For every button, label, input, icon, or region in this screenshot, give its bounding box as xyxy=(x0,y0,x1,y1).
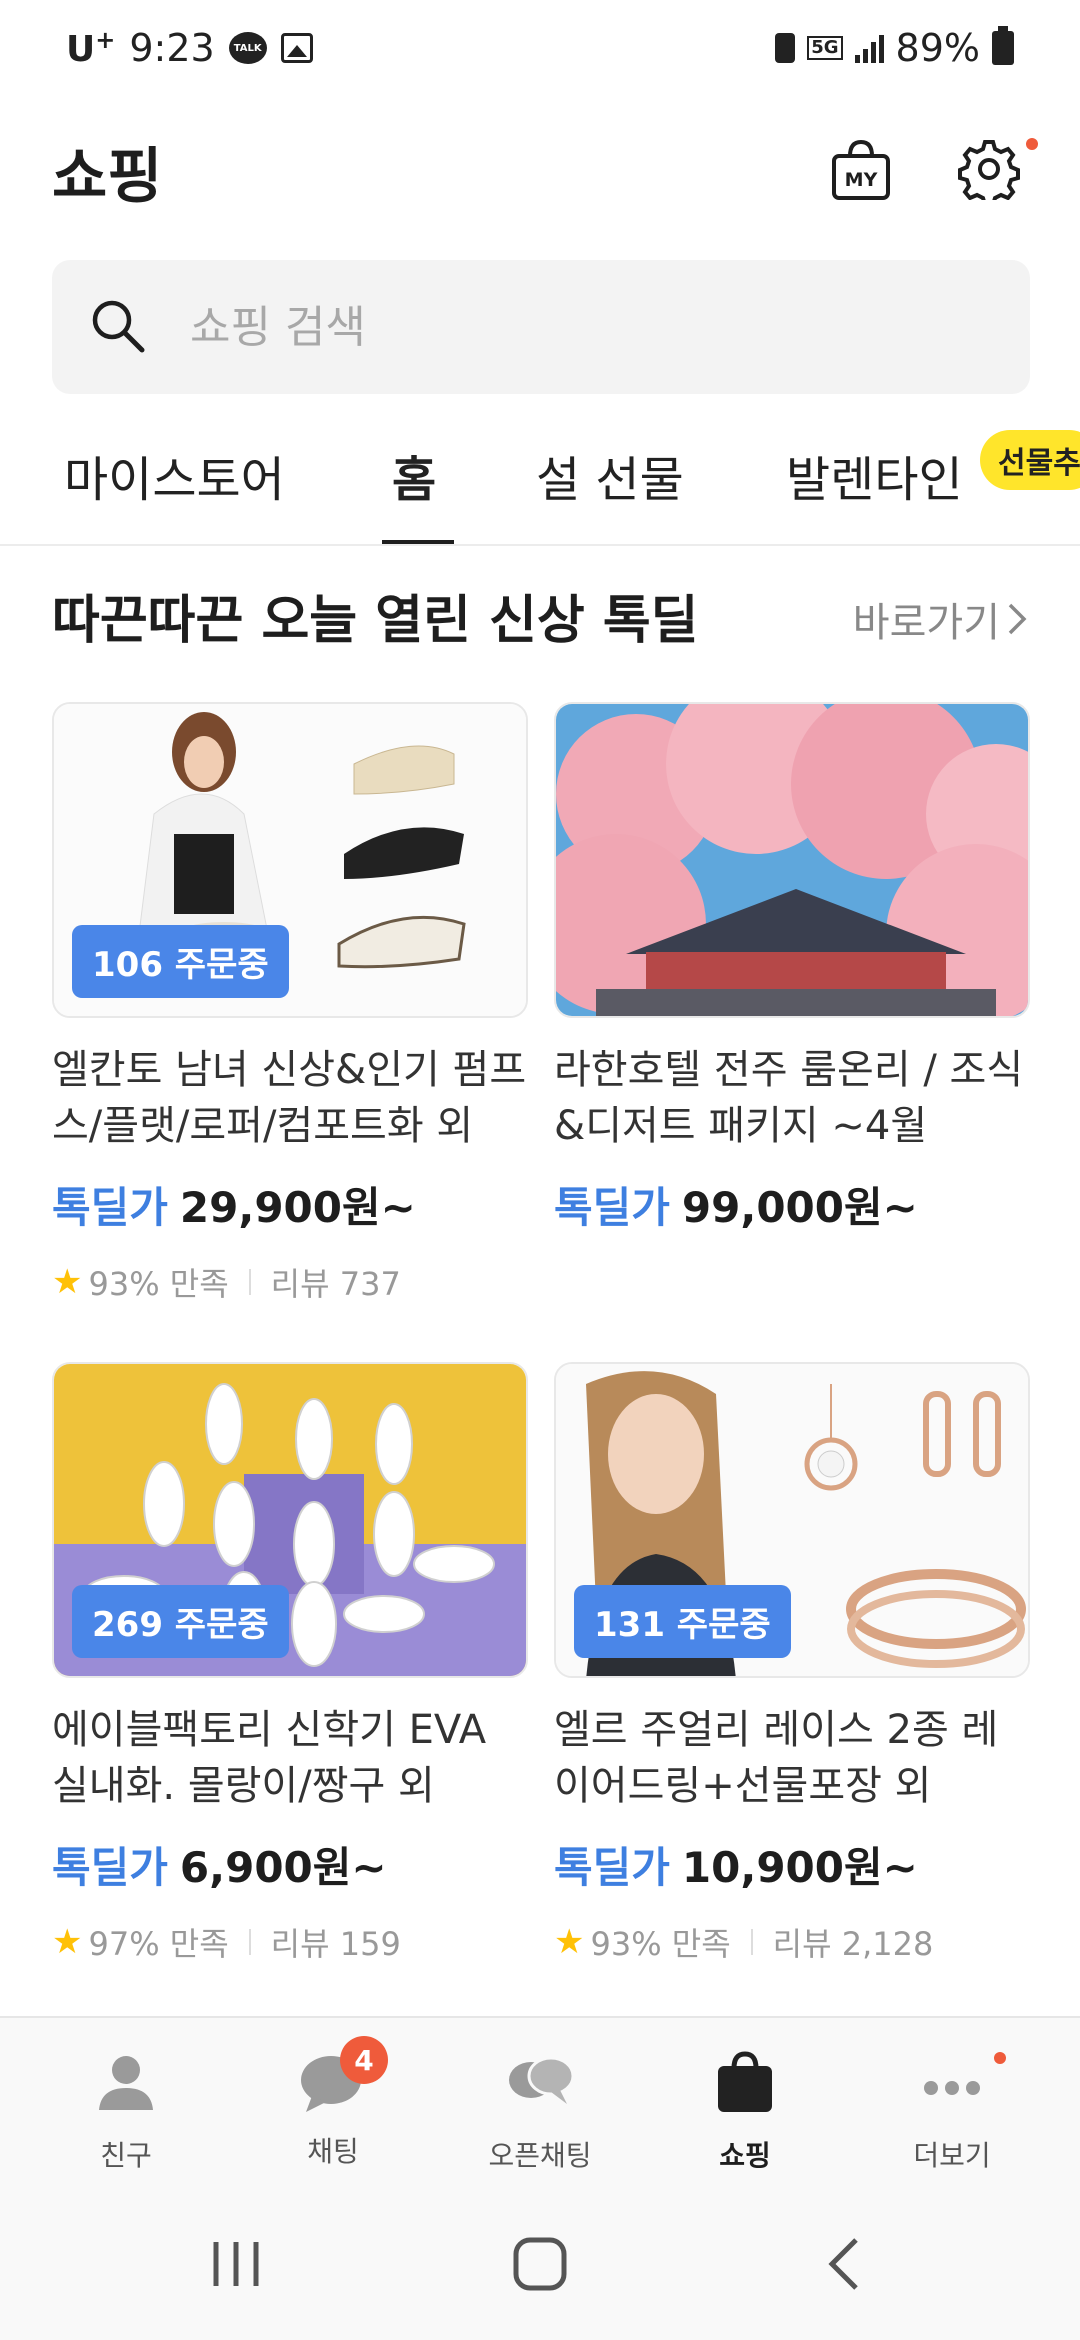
status-left: U+ 9:23 TALK xyxy=(66,26,313,70)
product-rating-row: ★ 93% 만족 리뷰 737 xyxy=(52,1259,528,1305)
star-icon: ★ xyxy=(52,1922,83,1962)
status-right: 5G 89% xyxy=(775,26,1014,70)
price-value: 29,900원~ xyxy=(179,1183,416,1232)
tab-home[interactable]: 홈 xyxy=(392,440,436,510)
divider xyxy=(750,1929,753,1955)
active-tab-indicator xyxy=(382,540,454,544)
open-chat-icon xyxy=(509,2056,575,2104)
my-bag-icon: MY xyxy=(832,139,890,200)
category-tabs: 마이스토어 홈 설 선물 발렌타인 선물추 xyxy=(0,420,1080,546)
settings-notification-dot xyxy=(1026,138,1038,150)
back-icon[interactable] xyxy=(820,2232,870,2296)
product-name: 엘칸토 남녀 신상&인기 펌프스/플랫/로퍼/컴포트화 외 xyxy=(52,1047,527,1149)
chevron-right-icon xyxy=(1008,603,1027,635)
tab-gift-recommend-badge[interactable]: 선물추 xyxy=(980,430,1080,490)
more-dots-icon xyxy=(924,2081,980,2095)
person-icon xyxy=(99,2056,153,2110)
tab-mystore[interactable]: 마이스토어 xyxy=(64,440,285,510)
my-shopping-button[interactable]: MY xyxy=(830,138,892,202)
product-rating-row: ★ 93% 만족 리뷰 2,128 xyxy=(554,1919,1030,1965)
review-count: 리뷰 737 xyxy=(270,1265,401,1303)
product-image xyxy=(554,702,1030,1018)
product-price: 톡딜가 10,900원~ xyxy=(554,1834,1030,1895)
battery-saver-icon xyxy=(775,33,796,63)
nav-open-chat[interactable]: 오픈채팅 xyxy=(450,2048,630,2174)
nav-more[interactable]: 더보기 xyxy=(862,2048,1042,2174)
product-price: 톡딜가 99,000원~ xyxy=(554,1174,1030,1235)
recent-apps-icon[interactable] xyxy=(208,2232,264,2296)
settings-button[interactable] xyxy=(958,138,1038,207)
status-time: 9:23 xyxy=(129,26,215,70)
satisfaction-rate: 93% 만족 xyxy=(590,1925,731,1963)
status-bar: U+ 9:23 TALK 5G 89% xyxy=(0,0,1080,100)
shopping-bag-icon xyxy=(718,2051,772,2112)
satisfaction-rate: 97% 만족 xyxy=(88,1925,229,1963)
nav-label: 채팅 xyxy=(307,2135,359,2168)
carrier-label: U+ xyxy=(66,26,116,70)
tab-valentine[interactable]: 발렌타인 xyxy=(786,440,963,510)
nav-label: 쇼핑 xyxy=(719,2139,771,2172)
chat-icon-wrap: 4 xyxy=(298,2036,388,2118)
divider xyxy=(248,1929,251,1955)
star-icon: ★ xyxy=(52,1262,83,1302)
price-value: 6,900원~ xyxy=(179,1843,387,1892)
nav-label: 친구 xyxy=(100,2139,152,2172)
divider xyxy=(248,1269,251,1295)
app-header: 쇼핑 MY xyxy=(0,118,1080,218)
svg-text:MY: MY xyxy=(845,169,878,191)
price-value: 99,000원~ xyxy=(681,1183,918,1232)
product-card[interactable]: 106 주문중 엘칸토 남녀 신상&인기 펌프스/플랫/로퍼/컴포트화 외 톡딜… xyxy=(52,702,528,1305)
kakaotalk-notification-icon: TALK xyxy=(228,32,267,64)
section-shortcut-link[interactable]: 바로가기 xyxy=(853,590,1028,648)
nav-shopping[interactable]: 쇼핑 xyxy=(655,2048,835,2174)
order-count-badge: 131 주문중 xyxy=(574,1585,791,1658)
deal-label: 톡딜가 xyxy=(52,1183,168,1232)
order-count-badge: 106 주문중 xyxy=(72,925,289,998)
product-image: 106 주문중 xyxy=(52,702,528,1018)
deal-label: 톡딜가 xyxy=(52,1843,168,1892)
product-card[interactable]: 라한호텔 전주 룸온리 / 조식&디저트 패키지 ~4월 톡딜가 99,000원… xyxy=(554,702,1030,1235)
nav-chats[interactable]: 4 채팅 xyxy=(243,2036,423,2170)
home-icon[interactable] xyxy=(508,2232,572,2296)
star-icon: ★ xyxy=(554,1922,585,1962)
product-image: 131 주문중 xyxy=(554,1362,1030,1678)
system-navigation-bar xyxy=(0,2192,1080,2340)
gear-icon xyxy=(958,140,1020,207)
battery-icon xyxy=(992,26,1014,65)
price-value: 10,900원~ xyxy=(681,1843,918,1892)
tab-seollal-gift[interactable]: 설 선물 xyxy=(536,440,684,510)
image-notification-icon xyxy=(280,33,313,63)
product-card[interactable]: 131 주문중 엘르 주얼리 레이스 2종 레이어드링+선물포장 외 톡딜가 1… xyxy=(554,1362,1030,1965)
page-title: 쇼핑 xyxy=(52,142,163,212)
deal-label: 톡딜가 xyxy=(554,1843,670,1892)
product-image: 269 주문중 xyxy=(52,1362,528,1678)
search-icon xyxy=(92,300,145,353)
nav-label: 오픈채팅 xyxy=(488,2139,592,2172)
order-count-badge: 269 주문중 xyxy=(72,1585,289,1658)
nav-friends[interactable]: 친구 xyxy=(36,2048,216,2174)
battery-percent: 89% xyxy=(895,26,980,70)
nav-label: 더보기 xyxy=(913,2139,991,2172)
section-link-label: 바로가기 xyxy=(852,600,1000,646)
bottom-navigation: 친구 4 채팅 오픈채팅 쇼핑 더보기 xyxy=(0,2016,1080,2192)
product-name: 엘르 주얼리 레이스 2종 레이어드링+선물포장 외 xyxy=(554,1707,999,1809)
search-input[interactable] xyxy=(190,288,990,366)
network-type-icon: 5G xyxy=(807,36,843,60)
review-count: 리뷰 2,128 xyxy=(772,1925,934,1963)
product-name: 에이블팩토리 신학기 EVA 실내화. 몰랑이/짱구 외 xyxy=(52,1707,487,1809)
product-card[interactable]: 269 주문중 에이블팩토리 신학기 EVA 실내화. 몰랑이/짱구 외 톡딜가… xyxy=(52,1362,528,1965)
product-price: 톡딜가 6,900원~ xyxy=(52,1834,528,1895)
product-price: 톡딜가 29,900원~ xyxy=(52,1174,528,1235)
product-name: 라한호텔 전주 룸온리 / 조식&디저트 패키지 ~4월 xyxy=(554,1047,1024,1149)
unread-count-badge: 4 xyxy=(340,2036,388,2084)
satisfaction-rate: 93% 만족 xyxy=(88,1265,229,1303)
more-notification-dot xyxy=(994,2052,1006,2064)
search-bar[interactable] xyxy=(52,260,1030,394)
section-title: 따끈따끈 오늘 열린 신상 톡딜 xyxy=(52,591,699,651)
signal-icon xyxy=(854,33,884,63)
product-rating-row: ★ 97% 만족 리뷰 159 xyxy=(52,1919,528,1965)
deal-label: 톡딜가 xyxy=(554,1183,670,1232)
review-count: 리뷰 159 xyxy=(270,1925,401,1963)
